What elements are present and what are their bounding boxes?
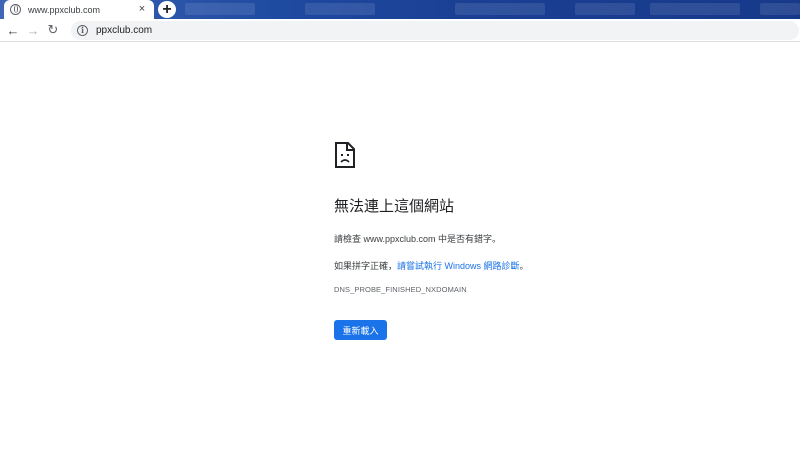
sad-page-icon (335, 142, 355, 168)
error-check-text: 請檢查 www.ppxclub.com 中是否有錯字。 (334, 234, 502, 244)
error-heading: 無法連上這個網站 (334, 198, 455, 215)
hint-suffix: 。 (519, 261, 529, 271)
close-tab-icon[interactable]: × (136, 4, 148, 15)
background-tab-placeholder (760, 3, 800, 15)
globe-icon (10, 4, 21, 15)
background-tab-placeholder (305, 3, 375, 15)
address-bar[interactable]: i ppxclub.com (71, 20, 799, 40)
error-hint: 如果拼字正確，請嘗試執行 Windows 網路診斷。 (334, 259, 754, 272)
hint-prefix: 如果拼字正確， (334, 261, 398, 271)
background-tab-placeholder (185, 3, 255, 15)
new-tab-button[interactable]: + (158, 1, 176, 18)
tab-title: www.ppxclub.com (28, 4, 101, 15)
address-url[interactable]: ppxclub.com (96, 25, 152, 36)
reload-button[interactable]: 重新載入 (334, 320, 387, 340)
background-tab-placeholder (650, 3, 740, 15)
site-info-icon[interactable]: i (77, 24, 88, 36)
error-code: DNS_PROBE_FINISHED_NXDOMAIN (334, 285, 467, 294)
forward-arrow-icon[interactable]: → (23, 20, 43, 40)
error-content: 無法連上這個網站 請檢查 www.ppxclub.com 中是否有錯字。 如果拼… (334, 142, 754, 294)
active-tab[interactable]: www.ppxclub.com × (4, 0, 154, 19)
background-tab-placeholder (455, 3, 545, 15)
tab-strip: www.ppxclub.com × + (0, 0, 800, 19)
reload-icon[interactable]: ↻ (43, 20, 63, 40)
background-tab-placeholder (575, 3, 635, 15)
browser-toolbar: ← → ↻ i ppxclub.com (0, 19, 800, 42)
network-diagnostics-link[interactable]: 請嘗試執行 Windows 網路診斷 (397, 261, 520, 271)
back-arrow-icon[interactable]: ← (3, 20, 23, 40)
